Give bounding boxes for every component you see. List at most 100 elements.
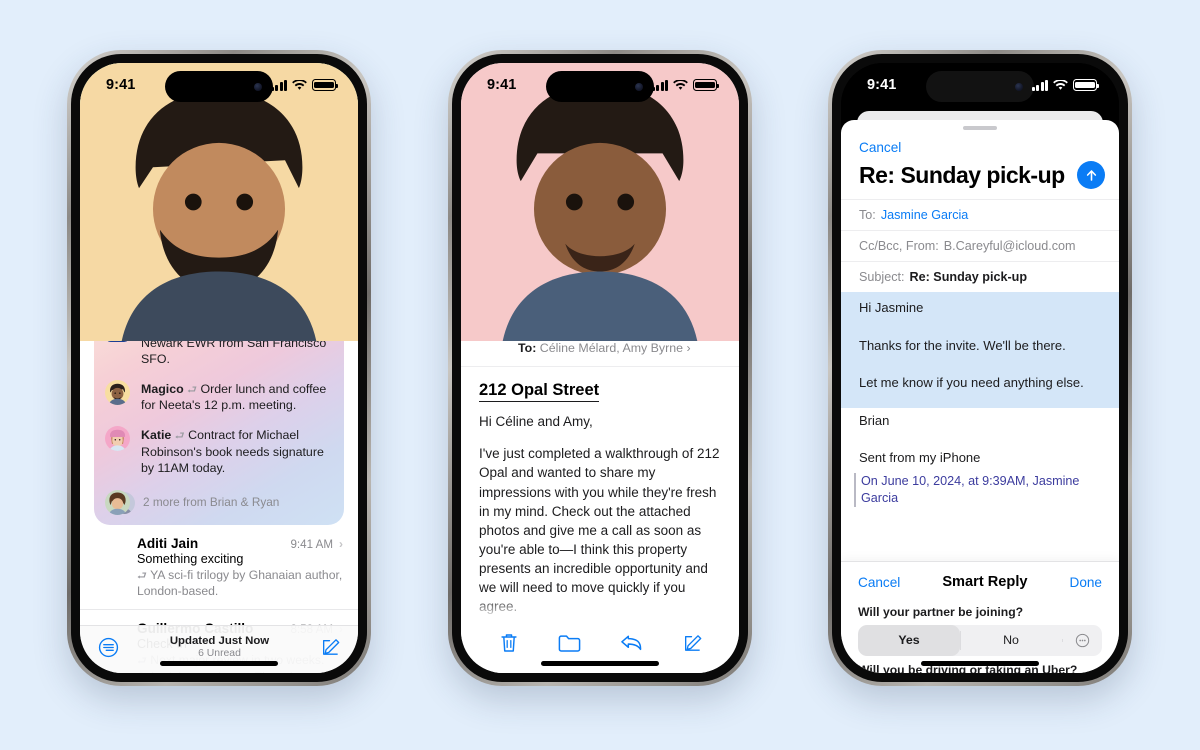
cellular-bars-icon <box>1031 79 1048 91</box>
priority-more-label: 2 more from Brian & Ryan <box>143 495 280 509</box>
smart-reply-segmented-control: Yes No <box>858 625 1102 656</box>
priority-item[interactable]: Katie ⮐ Contract for Michael Robinson's … <box>105 420 333 483</box>
smart-reply-header: Cancel Smart Reply Done <box>841 562 1119 598</box>
to-label: To: <box>518 341 537 356</box>
phone-device-inbox: 9:41 Select ••• Inbox <box>67 50 371 686</box>
home-indicator[interactable] <box>160 661 278 666</box>
priority-item-sender: Katie <box>141 427 172 442</box>
compose-title-row: Re: Sunday pick-up <box>841 155 1119 199</box>
avatar <box>105 425 130 451</box>
phone-bezel: 9:41 Cancel Re: Sunday pick-up To: Jasmi… <box>832 54 1128 682</box>
compose-signature: Sent from my iPhone <box>859 450 981 466</box>
smart-reply-question: Will your partner be joining? <box>858 605 1024 619</box>
field-value: Re: Sunday pick-up <box>909 270 1028 284</box>
compose-line: Hi Jasmine <box>841 292 1119 321</box>
screen-inbox: 9:41 Select ••• Inbox <box>80 63 358 673</box>
compose-line-spacer <box>841 433 1119 445</box>
smart-reply-done-button[interactable]: Done <box>1070 575 1103 590</box>
priority-more-row[interactable]: 2 more from Brian & Ryan <box>105 483 333 517</box>
field-label: To: <box>859 208 876 222</box>
segment-option-no[interactable]: No <box>960 625 1062 656</box>
compose-button[interactable] <box>682 633 702 653</box>
timestamp: 9:41 AM <box>290 537 333 551</box>
stacked-avatars <box>105 489 135 515</box>
segment-more-button[interactable] <box>1062 633 1102 648</box>
compose-line-spacer <box>841 395 1119 408</box>
field-to[interactable]: To: Jasmine Garcia <box>841 199 1119 230</box>
reply-button[interactable] <box>620 633 643 653</box>
body-paragraph: Hi Céline and Amy, <box>479 414 593 430</box>
filter-button[interactable] <box>98 637 119 663</box>
field-label: Subject: <box>859 270 905 284</box>
compose-sheet: Cancel Re: Sunday pick-up To: Jasmine Ga… <box>841 120 1119 673</box>
chevron-right-icon: › <box>686 341 691 356</box>
message-subject-text: 212 Opal Street <box>479 381 600 403</box>
priority-item-text: Katie ⮐ Contract for Michael Robinson's … <box>141 426 333 477</box>
cellular-bars-icon <box>270 79 287 91</box>
smart-reply-cancel-button[interactable]: Cancel <box>858 575 900 590</box>
send-arrow-up-icon <box>1086 169 1096 181</box>
chevron-right-icon: › <box>339 536 343 551</box>
screen-message: 9:41 6 1 NEW MESSAGE <box>461 63 739 673</box>
status-bar: 9:41 <box>80 63 358 107</box>
sender-block[interactable]: Markus Berget Just Now To: Céline Mélard… <box>461 63 739 368</box>
priority-item[interactable]: Magico ⮐ Order lunch and coffee for Neet… <box>105 374 333 420</box>
status-indicators <box>651 79 720 91</box>
table-row[interactable]: Aditi Jain 9:41 AM › Something exciting … <box>80 63 358 611</box>
status-indicators <box>270 79 339 91</box>
body-paragraph: I've just completed a walkthrough of 212… <box>479 446 720 614</box>
field-value: Jasmine Garcia <box>880 208 969 222</box>
priority-item-text: Magico ⮐ Order lunch and coffee for Neet… <box>141 380 333 414</box>
compose-signature-name: Brian <box>859 412 890 428</box>
segment-option-yes[interactable]: Yes <box>858 625 960 656</box>
compose-line: Thanks for the invite. We'll be there. <box>841 332 1119 359</box>
status-bar: 9:41 <box>841 63 1119 107</box>
compose-icon <box>323 639 340 655</box>
more-options-icon <box>1075 633 1089 648</box>
reply-glyph-icon: ⮐ <box>137 569 147 582</box>
smart-reply-title: Smart Reply <box>942 574 1028 590</box>
reply-glyph-icon: ⮐ <box>174 429 185 442</box>
avatar <box>105 489 130 515</box>
field-cc-bcc-from[interactable]: Cc/Bcc, From: B.Careyful@icloud.com <box>841 230 1119 261</box>
cellular-bars-icon <box>651 79 668 91</box>
quoted-header: On June 10, 2024, at 9:39AM, Jasmine Gar… <box>841 471 1119 509</box>
scroll-fade <box>461 597 739 619</box>
wifi-icon <box>292 79 307 91</box>
cancel-compose-button[interactable]: Cancel <box>841 130 1119 155</box>
status-indicators <box>1031 79 1100 91</box>
smart-reply-panel: Cancel Smart Reply Done Will your partne… <box>841 561 1119 673</box>
screenshot-stage: 9:41 Select ••• Inbox <box>0 0 1200 750</box>
compose-button[interactable] <box>320 637 340 662</box>
field-subject[interactable]: Subject: Re: Sunday pick-up <box>841 261 1119 292</box>
folder-button[interactable] <box>558 633 581 653</box>
unread-count: 6 Unread <box>198 647 241 659</box>
mail-snippet: ⮐ YA sci-fi trilogy by Ghanaian author, … <box>137 567 343 600</box>
screen-compose: 9:41 Cancel Re: Sunday pick-up To: Jasmi… <box>841 63 1119 673</box>
battery-icon <box>693 79 720 91</box>
recipients: Céline Mélard, Amy Byrne <box>539 341 684 356</box>
field-value: B.Careyful@icloud.com <box>943 239 1076 253</box>
phone-bezel: 9:41 Select ••• Inbox <box>71 54 367 682</box>
priority-item-sender: Magico <box>141 381 184 396</box>
status-time: 9:41 <box>867 77 897 93</box>
compose-line: Let me know if you need anything else. <box>841 370 1119 396</box>
mail-row-header: Aditi Jain 9:41 AM › <box>137 536 343 551</box>
battery-icon <box>312 79 339 91</box>
compose-title: Re: Sunday pick-up <box>859 161 1065 188</box>
compose-body[interactable]: Hi Jasmine Thanks for the invite. We'll … <box>841 292 1119 509</box>
mail-snippet-text: YA sci-fi trilogy by Ghanaian author, Lo… <box>137 567 343 599</box>
recipients-line[interactable]: To: Céline Mélard, Amy Byrne › <box>518 341 721 355</box>
home-indicator[interactable] <box>921 661 1039 666</box>
avatar <box>461 63 739 353</box>
home-indicator[interactable] <box>541 661 659 666</box>
field-label: Cc/Bcc, From: <box>859 239 939 253</box>
phone-device-message: 9:41 6 1 NEW MESSAGE <box>448 50 752 686</box>
sender-name: Aditi Jain <box>137 535 199 551</box>
battery-icon <box>1073 79 1100 91</box>
trash-button[interactable] <box>499 632 519 654</box>
compose-line-spacer <box>841 320 1119 333</box>
send-button[interactable] <box>1077 161 1105 189</box>
status-time: 9:41 <box>487 77 517 93</box>
status-bar: 9:41 <box>461 63 739 107</box>
